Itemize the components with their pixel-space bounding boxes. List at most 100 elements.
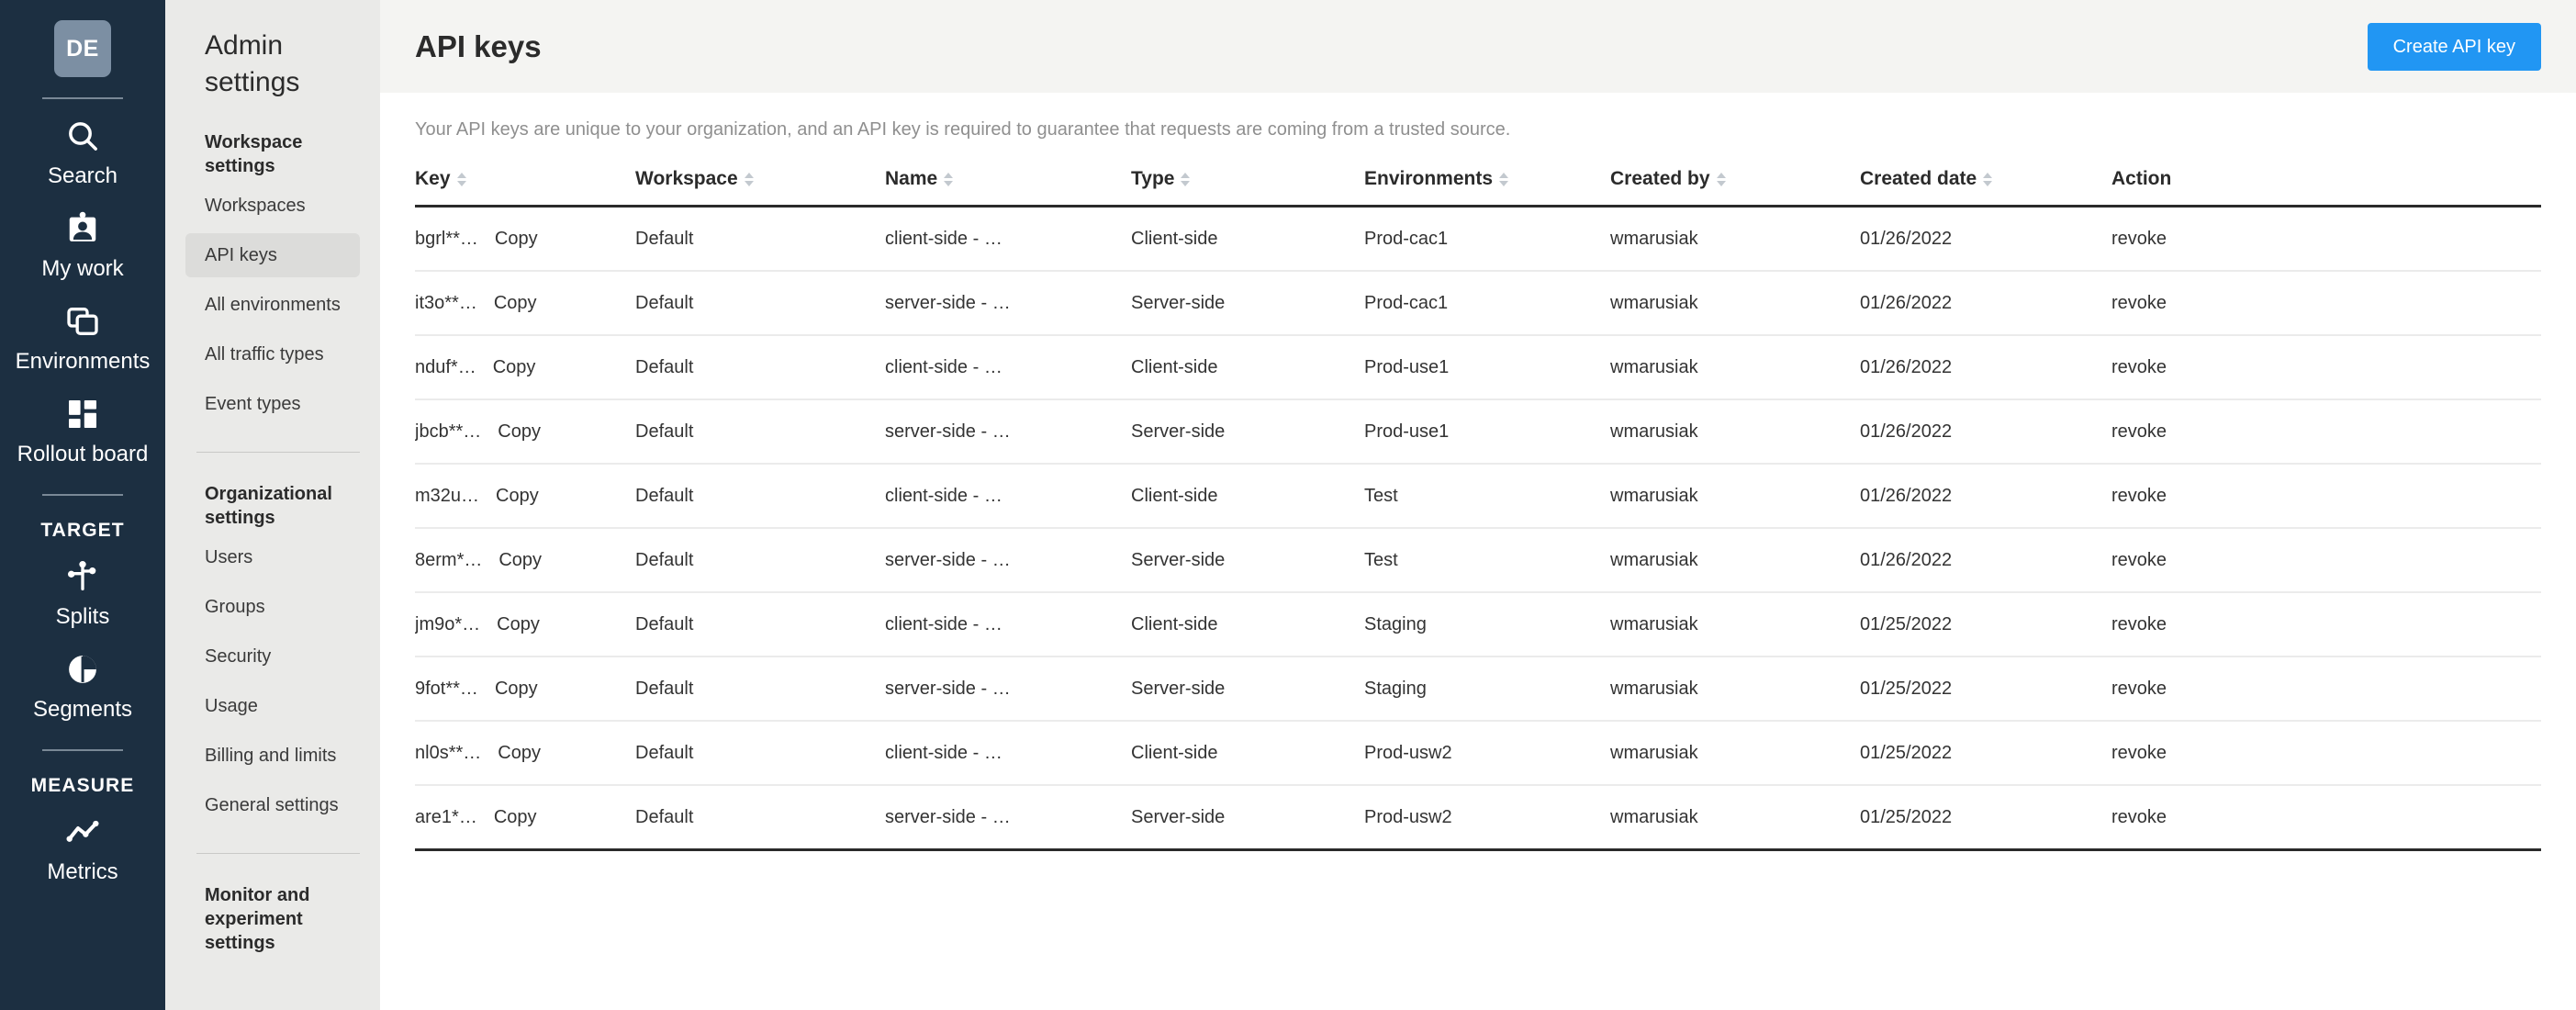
cell-environments: Staging: [1364, 656, 1610, 722]
nav-item-general-settings[interactable]: General settings: [185, 783, 360, 827]
cell-workspace: Default: [635, 206, 885, 272]
col-header-created-date[interactable]: Created date: [1860, 168, 2111, 207]
cell-environments: Prod-use1: [1364, 399, 1610, 465]
rail-item-label: Segments: [32, 697, 133, 722]
sort-icon[interactable]: [1181, 172, 1191, 186]
copy-key-button[interactable]: Copy: [498, 548, 542, 572]
cell-action: revoke: [2111, 335, 2541, 400]
copy-key-button[interactable]: Copy: [498, 741, 541, 765]
cell-name: client-side - …: [885, 464, 1131, 529]
nav-item-api-keys[interactable]: API keys: [185, 233, 360, 277]
col-header-label: Key: [415, 168, 451, 189]
cell-action: revoke: [2111, 464, 2541, 529]
nav-item-all-environments[interactable]: All environments: [185, 283, 360, 327]
nav-item-security[interactable]: Security: [185, 634, 360, 679]
revoke-button[interactable]: revoke: [2111, 807, 2167, 827]
revoke-button[interactable]: revoke: [2111, 229, 2167, 249]
col-header-key[interactable]: Key: [415, 168, 635, 207]
nav-item-users[interactable]: Users: [185, 535, 360, 579]
rail-divider-target: [42, 494, 123, 496]
copy-key-button[interactable]: Copy: [494, 805, 537, 829]
page-body: Your API keys are unique to your organiz…: [380, 93, 2576, 851]
cell-workspace: Default: [635, 721, 885, 786]
rail-item-label: Metrics: [47, 859, 118, 884]
rail-item-metrics[interactable]: Metrics: [0, 799, 165, 892]
col-header-workspace[interactable]: Workspace: [635, 168, 885, 207]
cell-workspace: Default: [635, 464, 885, 529]
cell-created-date: 01/25/2022: [1860, 721, 2111, 786]
rail-item-segments[interactable]: Segments: [0, 636, 165, 729]
cell-key: 8erm*… Copy: [415, 528, 635, 593]
col-header-action: Action: [2111, 168, 2541, 207]
cell-created-by: wmarusiak: [1610, 271, 1860, 336]
api-key-value: m32u…: [415, 486, 480, 506]
api-key-value: are1*…: [415, 807, 477, 827]
sort-icon[interactable]: [456, 172, 466, 186]
rail-section-measure: MEASURE: [30, 775, 135, 796]
col-header-created-by[interactable]: Created by: [1610, 168, 1860, 207]
sort-icon[interactable]: [744, 172, 754, 186]
copy-key-button[interactable]: Copy: [497, 612, 540, 636]
cell-created-date: 01/25/2022: [1860, 785, 2111, 851]
cell-name: server-side - …: [885, 271, 1131, 336]
col-header-name[interactable]: Name: [885, 168, 1131, 207]
global-nav-rail: DE Search My work Environments Rollout b…: [0, 0, 165, 1010]
nav-item-event-types[interactable]: Event types: [185, 382, 360, 426]
sort-icon[interactable]: [944, 172, 954, 186]
nav-item-workspaces[interactable]: Workspaces: [185, 184, 360, 228]
copy-key-button[interactable]: Copy: [495, 677, 538, 701]
rail-item-my-work[interactable]: My work: [0, 196, 165, 288]
cell-created-by: wmarusiak: [1610, 335, 1860, 400]
sort-icon[interactable]: [1716, 172, 1726, 186]
rail-item-environments[interactable]: Environments: [0, 288, 165, 381]
api-key-value: 9fot**…: [415, 679, 478, 699]
cell-key: bgrl**… Copy: [415, 206, 635, 272]
cell-type: Server-side: [1131, 785, 1364, 851]
cell-created-date: 01/26/2022: [1860, 335, 2111, 400]
create-api-key-button[interactable]: Create API key: [2367, 22, 2541, 71]
nav-item-billing-and-limits[interactable]: Billing and limits: [185, 734, 360, 778]
rail-item-label: Rollout board: [17, 442, 149, 466]
rail-item-splits[interactable]: Splits: [0, 544, 165, 636]
revoke-button[interactable]: revoke: [2111, 357, 2167, 377]
revoke-button[interactable]: revoke: [2111, 614, 2167, 634]
cell-name: server-side - …: [885, 656, 1131, 722]
revoke-button[interactable]: revoke: [2111, 679, 2167, 699]
copy-key-button[interactable]: Copy: [493, 355, 536, 379]
cell-workspace: Default: [635, 656, 885, 722]
cell-created-date: 01/25/2022: [1860, 656, 2111, 722]
page-description: Your API keys are unique to your organiz…: [415, 119, 1511, 140]
revoke-button[interactable]: revoke: [2111, 550, 2167, 570]
revoke-button[interactable]: revoke: [2111, 421, 2167, 442]
nav-item-groups[interactable]: Groups: [185, 585, 360, 629]
col-header-label: Action: [2111, 168, 2172, 189]
rail-item-search[interactable]: Search: [0, 103, 165, 196]
rail-item-rollout-board[interactable]: Rollout board: [0, 381, 165, 474]
avatar[interactable]: DE: [54, 20, 111, 77]
cell-created-date: 01/26/2022: [1860, 528, 2111, 593]
cell-created-date: 01/26/2022: [1860, 464, 2111, 529]
cell-created-by: wmarusiak: [1610, 399, 1860, 465]
revoke-button[interactable]: revoke: [2111, 486, 2167, 506]
environments-icon: [62, 301, 103, 342]
cell-created-by: wmarusiak: [1610, 464, 1860, 529]
cell-name: client-side - …: [885, 206, 1131, 272]
sort-icon[interactable]: [1499, 172, 1509, 186]
cell-created-by: wmarusiak: [1610, 592, 1860, 657]
revoke-button[interactable]: revoke: [2111, 293, 2167, 313]
cell-created-by: wmarusiak: [1610, 721, 1860, 786]
sort-icon[interactable]: [1983, 172, 1993, 186]
copy-key-button[interactable]: Copy: [494, 291, 537, 315]
cell-environments: Prod-cac1: [1364, 206, 1610, 272]
revoke-button[interactable]: revoke: [2111, 743, 2167, 763]
cell-key: 9fot**… Copy: [415, 656, 635, 722]
splits-icon: [62, 556, 103, 597]
copy-key-button[interactable]: Copy: [496, 484, 539, 508]
col-header-type[interactable]: Type: [1131, 168, 1364, 207]
nav-item-usage[interactable]: Usage: [185, 684, 360, 728]
col-header-environments[interactable]: Environments: [1364, 168, 1610, 207]
nav-group-workspace-settings: Workspace settings: [205, 132, 303, 176]
copy-key-button[interactable]: Copy: [495, 227, 538, 251]
copy-key-button[interactable]: Copy: [498, 420, 541, 443]
nav-item-all-traffic-types[interactable]: All traffic types: [185, 332, 360, 376]
